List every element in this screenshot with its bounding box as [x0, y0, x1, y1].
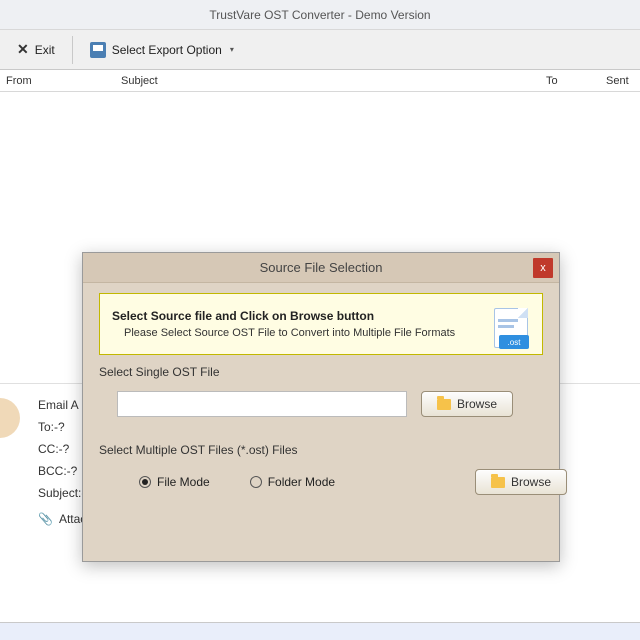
save-icon [90, 42, 106, 58]
radio-file-mode[interactable]: File Mode [139, 475, 210, 489]
window-title: TrustVare OST Converter - Demo Version [209, 8, 430, 22]
main-content: Email A To:-? CC:-? BCC:-? Subject:-? 📎 … [0, 92, 640, 608]
select-export-button[interactable]: Select Export Option ▾ [79, 36, 245, 64]
toolbar-separator [72, 36, 73, 64]
browse-multi-button[interactable]: Browse [475, 469, 567, 495]
column-to[interactable]: To [540, 75, 600, 87]
dialog-title: Source File Selection [260, 260, 383, 275]
single-file-row: Browse [99, 391, 543, 417]
close-icon: x [540, 262, 546, 274]
single-file-label: Select Single OST File [99, 365, 543, 379]
column-headers: From Subject To Sent [0, 70, 640, 92]
exit-label: Exit [35, 43, 55, 57]
multi-file-label: Select Multiple OST Files (*.ost) Files [99, 443, 543, 457]
paperclip-icon: 📎 [38, 512, 53, 526]
window-title-bar: TrustVare OST Converter - Demo Version [0, 0, 640, 30]
dialog-body: Select Source file and Click on Browse b… [83, 283, 559, 505]
dialog-title-bar: Source File Selection x [83, 253, 559, 283]
source-file-dialog: Source File Selection x Select Source fi… [82, 252, 560, 562]
ost-file-icon: .ost [490, 302, 532, 348]
column-subject[interactable]: Subject [115, 75, 540, 87]
radio-file-label: File Mode [157, 475, 210, 489]
chevron-down-icon: ▾ [230, 45, 234, 54]
ost-ext-label: .ost [499, 335, 529, 349]
single-file-input[interactable] [117, 391, 407, 417]
toolbar: ✕ Exit Select Export Option ▾ [0, 30, 640, 70]
browse-label: Browse [457, 397, 497, 411]
exit-button[interactable]: ✕ Exit [6, 35, 66, 64]
radio-icon [250, 476, 262, 488]
multi-file-row: File Mode Folder Mode Browse [99, 469, 543, 495]
export-label: Select Export Option [112, 43, 222, 57]
info-subtitle: Please Select Source OST File to Convert… [112, 327, 530, 339]
browse-label: Browse [511, 475, 551, 489]
folder-icon [437, 399, 451, 410]
close-icon: ✕ [17, 41, 29, 58]
browse-single-button[interactable]: Browse [421, 391, 513, 417]
column-sent[interactable]: Sent [600, 75, 640, 87]
info-banner: Select Source file and Click on Browse b… [99, 293, 543, 355]
avatar-slot [0, 392, 34, 442]
folder-icon [491, 477, 505, 488]
radio-icon [139, 476, 151, 488]
status-bar [0, 622, 640, 640]
radio-folder-mode[interactable]: Folder Mode [250, 475, 335, 489]
dialog-close-button[interactable]: x [533, 258, 553, 278]
radio-folder-label: Folder Mode [268, 475, 335, 489]
info-title: Select Source file and Click on Browse b… [112, 309, 530, 323]
avatar-icon [0, 398, 20, 438]
column-from[interactable]: From [0, 75, 115, 87]
